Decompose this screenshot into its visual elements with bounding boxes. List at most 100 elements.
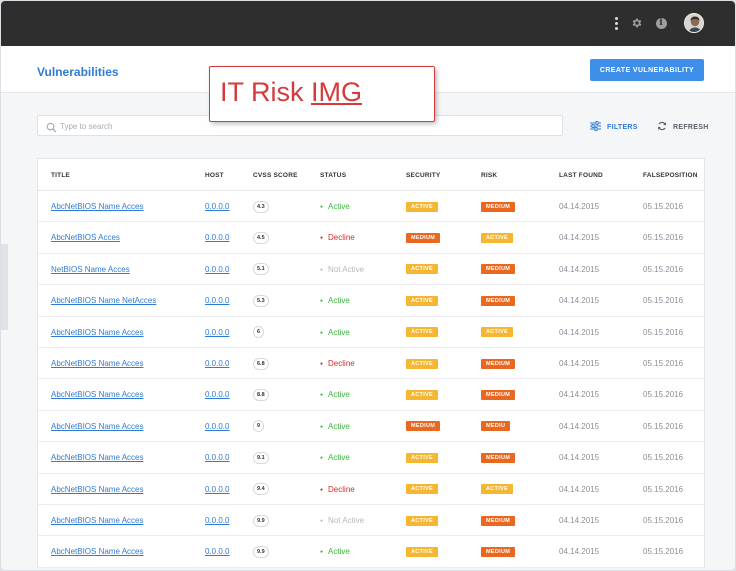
status-label: Decline <box>320 359 355 368</box>
status-label: Active <box>320 390 350 399</box>
vulnerability-title-link[interactable]: AbcNetBIOS Name Acces <box>51 422 143 431</box>
host-link[interactable]: 0.0.0.0 <box>205 516 229 525</box>
last-found-date: 04.14.2015 <box>559 327 600 337</box>
risk-badge: MEDIUM <box>481 358 516 369</box>
table-row[interactable]: NetBIOS Name Acces 0.0.0.0 5.1 Not Active AC… <box>38 254 704 286</box>
host-link[interactable]: 0.0.0.0 <box>205 359 229 368</box>
vulnerability-title-link[interactable]: AbcNetBIOS Name Acces <box>51 390 143 399</box>
table-row[interactable]: AbcNetBIOS Name NetAcces 0.0.0.0 5.3 Active… <box>38 285 704 317</box>
status-label: Decline <box>320 233 355 242</box>
watermark-underlined-text: IMG <box>311 77 363 107</box>
table-row[interactable]: AbcNetBIOS Name Acces 0.0.0.0 6 Active ACTIV… <box>38 317 704 348</box>
host-link[interactable]: 0.0.0.0 <box>205 233 229 242</box>
host-link[interactable]: 0.0.0.0 <box>205 422 229 431</box>
table-row[interactable]: AbcNetBIOS Acces 0.0.0.0 4.5 Decline MEDIUM A… <box>38 222 704 254</box>
security-badge: ACTIVE <box>406 484 438 495</box>
host-link[interactable]: 0.0.0.0 <box>205 485 229 494</box>
risk-badge: MEDIUM <box>481 264 516 275</box>
status-label: Not Active <box>320 265 364 274</box>
table-row[interactable]: AbcNetBIOS Name Acces 0.0.0.0 4.3 Active ACT… <box>38 191 704 223</box>
top-bar: i <box>1 1 735 46</box>
vulnerability-title-link[interactable]: AbcNetBIOS Name NetAcces <box>51 296 156 305</box>
host-link[interactable]: 0.0.0.0 <box>205 265 229 274</box>
risk-badge: MEDIUM <box>481 295 516 306</box>
falseposition-date: 05.15.2016 <box>643 264 684 274</box>
security-badge: MEDIUM <box>406 232 441 243</box>
security-badge: ACTIVE <box>406 452 438 463</box>
security-badge: ACTIVE <box>406 201 438 212</box>
vulnerability-title-link[interactable]: AbcNetBIOS Name Acces <box>51 453 143 462</box>
status-label: Active <box>320 202 350 211</box>
cvss-score-badge: 4.5 <box>253 231 269 244</box>
vulnerability-title-link[interactable]: AbcNetBIOS Name Acces <box>51 202 143 211</box>
falseposition-date: 05.15.2016 <box>643 484 684 494</box>
column-header-last-found[interactable]: LAST FOUND <box>559 172 603 179</box>
cvss-score-badge: 5.3 <box>253 294 269 307</box>
last-found-date: 04.14.2015 <box>559 390 600 400</box>
host-link[interactable]: 0.0.0.0 <box>205 328 229 337</box>
avatar[interactable] <box>684 13 704 33</box>
vulnerabilities-table: TITLE HOST CVSS SCORE STATUS SECURITY RI… <box>37 158 705 568</box>
host-link[interactable]: 0.0.0.0 <box>205 547 229 556</box>
column-header-host[interactable]: HOST <box>205 172 224 179</box>
filters-button[interactable]: FILTERS <box>590 121 638 133</box>
create-vulnerability-button[interactable]: CREATE VULNERABILITY <box>590 59 704 81</box>
host-link[interactable]: 0.0.0.0 <box>205 296 229 305</box>
host-link[interactable]: 0.0.0.0 <box>205 390 229 399</box>
vulnerability-title-link[interactable]: AbcNetBIOS Name Acces <box>51 328 143 337</box>
vulnerability-title-link[interactable]: NetBIOS Name Acces <box>51 265 130 274</box>
status-label: Decline <box>320 485 355 494</box>
falseposition-date: 05.15.2016 <box>643 421 684 431</box>
host-link[interactable]: 0.0.0.0 <box>205 202 229 211</box>
status-label: Active <box>320 296 350 305</box>
refresh-icon <box>657 121 667 133</box>
vulnerability-title-link[interactable]: AbcNetBIOS Name Acces <box>51 516 143 525</box>
last-found-date: 04.14.2015 <box>559 233 600 243</box>
table-row[interactable]: AbcNetBIOS Name Acces 0.0.0.0 9.9 Not Activ… <box>38 505 704 537</box>
vulnerability-title-link[interactable]: AbcNetBIOS Name Acces <box>51 547 143 556</box>
column-header-status[interactable]: STATUS <box>320 172 346 179</box>
refresh-button[interactable]: REFRESH <box>657 121 709 133</box>
risk-badge: MEDIUM <box>481 389 516 400</box>
search-icon <box>46 120 57 138</box>
falseposition-date: 05.15.2016 <box>643 453 684 463</box>
last-found-date: 04.14.2015 <box>559 296 600 306</box>
info-icon[interactable]: i <box>652 14 670 32</box>
status-label: Not Active <box>320 516 364 525</box>
vulnerability-title-link[interactable]: AbcNetBIOS Acces <box>51 233 120 242</box>
column-header-falseposition[interactable]: FALSEPOSITION <box>643 172 698 179</box>
watermark-label: IT Risk IMG <box>209 66 435 122</box>
risk-badge: ACTIVE <box>481 484 513 495</box>
host-link[interactable]: 0.0.0.0 <box>205 453 229 462</box>
table-row[interactable]: AbcNetBIOS Name Acces 0.0.0.0 9.9 Active ACT… <box>38 536 704 568</box>
column-header-title[interactable]: TITLE <box>51 172 70 179</box>
app-window: i Vulnerabilities CREATE VULNERABILITY I… <box>1 1 735 570</box>
last-found-date: 04.14.2015 <box>559 202 600 211</box>
vulnerability-title-link[interactable]: AbcNetBIOS Name Acces <box>51 485 143 494</box>
vulnerability-title-link[interactable]: AbcNetBIOS Name Acces <box>51 359 143 368</box>
column-header-risk[interactable]: RISK <box>481 172 497 179</box>
table-row[interactable]: AbcNetBIOS Name Acces 0.0.0.0 9.1 Active ACT… <box>38 442 704 474</box>
security-badge: ACTIVE <box>406 546 438 557</box>
security-badge: ACTIVE <box>406 295 438 306</box>
table-header: TITLE HOST CVSS SCORE STATUS SECURITY RI… <box>38 159 704 191</box>
security-badge: MEDIUM <box>406 421 441 432</box>
last-found-date: 04.14.2015 <box>559 547 600 557</box>
table-row[interactable]: AbcNetBIOS Name Acces 0.0.0.0 9.4 Decline AC… <box>38 474 704 505</box>
kebab-menu-icon[interactable] <box>607 14 625 32</box>
cvss-score-badge: 6 <box>253 326 265 339</box>
column-header-security[interactable]: SECURITY <box>406 172 440 179</box>
falseposition-date: 05.15.2016 <box>643 547 684 557</box>
risk-badge: ACTIVE <box>481 327 513 338</box>
falseposition-date: 05.15.2016 <box>643 516 684 525</box>
gear-icon[interactable] <box>628 14 646 32</box>
security-badge: ACTIVE <box>406 389 438 400</box>
table-row[interactable]: AbcNetBIOS Name Acces 0.0.0.0 9 Active MEDIU… <box>38 411 704 443</box>
falseposition-date: 05.15.2016 <box>643 296 684 306</box>
cvss-score-badge: 6.8 <box>253 357 269 370</box>
table-row[interactable]: AbcNetBIOS Name Acces 0.0.0.0 6.8 Decline AC… <box>38 348 704 380</box>
scroll-strip <box>1 244 8 330</box>
column-header-cvss-score[interactable]: CVSS SCORE <box>253 172 298 179</box>
falseposition-date: 05.15.2016 <box>643 327 684 337</box>
table-row[interactable]: AbcNetBIOS Name Acces 0.0.0.0 8.8 Active ACT… <box>38 379 704 411</box>
